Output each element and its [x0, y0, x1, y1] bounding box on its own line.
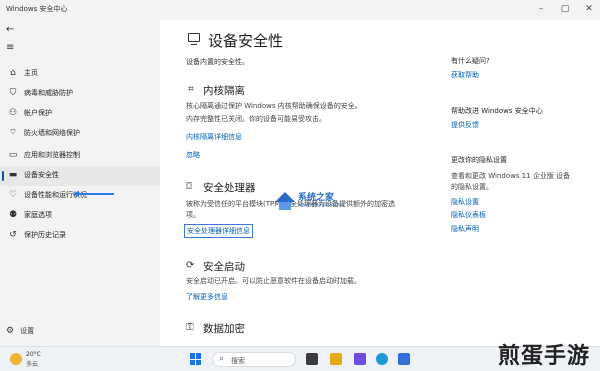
secure-boot-desc: 安全启动已开启。可以防止恶意软件在设备启动时加载。 — [186, 277, 361, 285]
settings-item[interactable]: ⚙ 设置 — [6, 326, 34, 336]
history-icon: ↺ — [9, 230, 17, 240]
sidebar-item-home[interactable]: ⌂ 主页 — [0, 64, 160, 84]
edge-browser-icon[interactable] — [376, 353, 388, 365]
data-encryption-title: 数据加密 — [203, 323, 245, 335]
windows-security-taskbar-icon[interactable] — [398, 353, 410, 365]
brand-watermark: 煎蛋手游 — [498, 343, 591, 369]
task-view-icon[interactable] — [306, 353, 318, 365]
processor-icon: ⌼ — [186, 181, 192, 192]
learn-more-link[interactable]: 了解更多信息 — [186, 292, 228, 302]
weather-sun-icon[interactable] — [10, 353, 22, 365]
shield-icon: ⛉ — [9, 88, 17, 98]
sidebar-item-virus-protection[interactable]: ⛉ 病毒和威胁防护 — [0, 84, 160, 104]
laptop-icon: ▬ — [8, 170, 18, 180]
search-placeholder: 搜索 — [231, 357, 245, 365]
gear-icon: ⚙ — [6, 326, 15, 336]
teams-icon[interactable] — [354, 353, 366, 365]
core-isolation-title: 内核隔离 — [203, 85, 245, 97]
lock-icon: ⚿ — [186, 322, 194, 333]
person-icon: ⚇ — [8, 108, 18, 118]
app-window-icon: ▭ — [8, 150, 18, 160]
privacy-statement-link[interactable]: 隐私声明 — [451, 224, 479, 234]
security-processor-title: 安全处理器 — [203, 182, 256, 194]
annotation-arrow-icon — [72, 191, 114, 197]
chip-icon: ⌗ — [188, 84, 194, 95]
privacy-desc: 查看和更改 Windows 11 企业版 设备 — [451, 172, 571, 180]
sidebar-item-label: 应用和浏览器控制 — [24, 151, 80, 159]
watermark-name: 系统之家 — [298, 193, 335, 203]
security-processor-details-link[interactable]: 安全处理器详细信息 — [184, 224, 253, 238]
main-content: 设备安全性 设备内置的安全性。 ⌗ 内核隔离 核心隔离通过保护 Windows … — [160, 20, 600, 346]
sidebar-item-app-browser-control[interactable]: ▭ 应用和浏览器控制 — [0, 146, 160, 166]
question-heading: 有什么疑问? — [451, 57, 490, 65]
sidebar-item-label: 家庭选项 — [24, 211, 52, 219]
window-title: Windows 安全中心 — [6, 5, 68, 13]
page-title: 设备安全性 — [208, 32, 284, 50]
sidebar-item-label: 帐户保护 — [24, 109, 52, 117]
sidebar-item-label: 保护历史记录 — [24, 231, 66, 239]
power-icon: ⟳ — [186, 260, 195, 271]
hamburger-menu-icon[interactable]: ≡ — [6, 42, 14, 53]
heart-icon: ♡ — [8, 190, 18, 200]
core-isolation-details-link[interactable]: 内核隔离详细信息 — [186, 132, 242, 142]
weather-status: 多云 — [26, 361, 39, 368]
sidebar-item-protection-history[interactable]: ↺ 保护历史记录 — [0, 226, 160, 246]
privacy-heading: 更改你的隐私设置 — [451, 156, 507, 164]
core-isolation-desc: 核心隔离通过保护 Windows 内核帮助确保设备的安全。 — [186, 102, 362, 110]
page-subtitle: 设备内置的安全性。 — [186, 58, 249, 66]
maximize-button[interactable]: ▢ — [554, 2, 576, 16]
sidebar-item-firewall[interactable]: ⌔ 防火墙和网络保护 — [0, 124, 160, 144]
privacy-dashboard-link[interactable]: 隐私仪表板 — [451, 210, 486, 220]
laptop-icon — [188, 33, 200, 45]
get-help-link[interactable]: 获取帮助 — [451, 70, 479, 80]
secure-boot-title: 安全启动 — [203, 261, 245, 273]
sidebar-item-label: 防火墙和网络保护 — [24, 129, 80, 137]
sidebar-item-label: 设备安全性 — [24, 171, 59, 179]
sidebar-item-label: 病毒和威胁防护 — [24, 89, 73, 97]
sidebar-item-device-security[interactable]: ▬ 设备安全性 — [0, 166, 160, 186]
title-bar: Windows 安全中心 – ▢ ✕ — [0, 0, 600, 20]
sidebar: ← ≡ ⌂ 主页 ⛉ 病毒和威胁防护 ⚇ 帐户保护 ⌔ 防火墙和网络保护 ▭ 应… — [0, 20, 160, 346]
family-icon: ⚉ — [8, 210, 18, 220]
feedback-link[interactable]: 提供反馈 — [451, 120, 479, 130]
weather-temperature: 20°C — [26, 351, 41, 358]
taskbar-search[interactable]: ⌕ 搜索 — [212, 352, 296, 367]
sidebar-item-label: 主页 — [24, 69, 38, 77]
privacy-settings-link[interactable]: 隐私设置 — [451, 197, 479, 207]
sidebar-item-family-options[interactable]: ⚉ 家庭选项 — [0, 206, 160, 226]
settings-label: 设置 — [20, 327, 35, 335]
sidebar-item-account-protection[interactable]: ⚇ 帐户保护 — [0, 104, 160, 124]
ignore-link[interactable]: 忽略 — [186, 150, 200, 160]
file-explorer-icon[interactable] — [330, 353, 342, 365]
privacy-desc-cont: 的隐私设置。 — [451, 183, 493, 191]
watermark-url: www.xitongzhijia.net — [298, 203, 345, 208]
security-processor-desc-cont: 项。 — [186, 211, 200, 219]
start-button[interactable] — [190, 353, 202, 365]
back-arrow-icon[interactable]: ← — [6, 24, 14, 35]
core-isolation-status: 内存完整性已关闭。你的设备可能易受攻击。 — [186, 115, 326, 123]
minimize-button[interactable]: – — [530, 2, 552, 16]
improve-heading: 帮助改进 Windows 安全中心 — [451, 107, 543, 115]
wifi-icon: ⌔ — [8, 128, 18, 138]
search-icon: ⌕ — [219, 354, 225, 364]
close-button[interactable]: ✕ — [578, 2, 600, 16]
home-icon: ⌂ — [10, 68, 16, 78]
